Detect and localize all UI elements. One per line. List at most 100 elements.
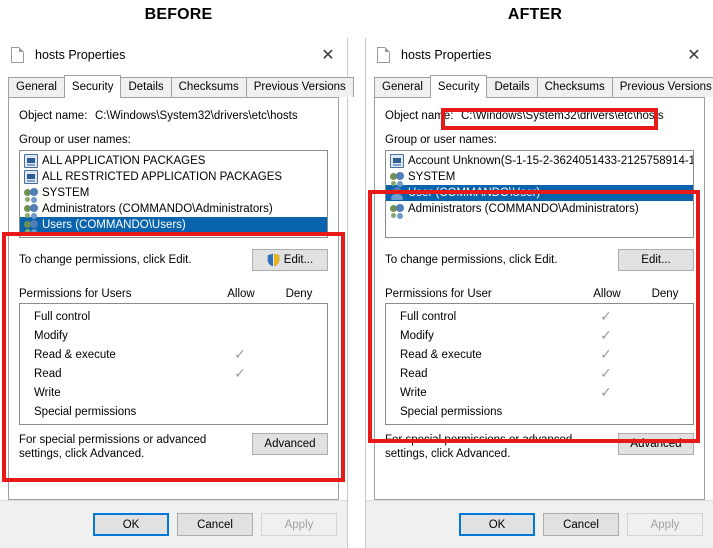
permission-name: Read: [34, 367, 62, 380]
edit-button-label: Edit...: [283, 254, 314, 266]
allow-column-header: Allow: [227, 288, 255, 300]
permission-name: Read: [400, 367, 428, 380]
permission-name: Read & execute: [400, 348, 482, 361]
tab-security[interactable]: Security: [63, 75, 122, 98]
group-icon: [390, 170, 404, 184]
apply-button: Apply: [261, 513, 337, 536]
list-item-selected[interactable]: User (COMMANDO\User): [386, 185, 693, 201]
list-item[interactable]: ALL APPLICATION PACKAGES: [20, 153, 327, 169]
tab-previous-versions[interactable]: Previous Versions: [611, 77, 713, 97]
permission-row: Write ✓ ✓: [386, 383, 693, 402]
tab-strip: General Security Details Checksums Previ…: [374, 75, 713, 98]
list-item-label: ALL APPLICATION PACKAGES: [42, 155, 206, 167]
close-icon[interactable]: ✕: [315, 43, 341, 67]
close-icon[interactable]: ✕: [681, 43, 707, 67]
comparison-screenshot: BEFORE AFTER hosts Properties ✕ General …: [0, 0, 713, 548]
list-item-label: ALL RESTRICTED APPLICATION PACKAGES: [42, 171, 283, 183]
allow-check: ✓: [600, 308, 612, 325]
tab-general[interactable]: General: [374, 77, 431, 97]
permissions-list: Full control ✓ ✓ Modify ✓ ✓ Read & execu…: [19, 303, 328, 425]
file-icon: [11, 47, 24, 63]
tab-details[interactable]: Details: [120, 77, 172, 97]
list-item-label: User (COMMANDO\User): [408, 187, 541, 199]
list-item-label: Account Unknown(S-1-15-2-3624051433-2125…: [408, 155, 694, 167]
object-name-value: C:\Windows\System32\drivers\etc\hosts: [461, 110, 664, 122]
list-item-label: Administrators (COMMANDO\Administrators): [42, 203, 273, 215]
package-icon: [24, 154, 38, 168]
deny-column-header: Deny: [651, 288, 679, 300]
permission-row: Modify ✓ ✓: [20, 326, 327, 345]
window-title: hosts Properties: [401, 48, 492, 62]
object-name-row: Object name: C:\Windows\System32\drivers…: [19, 107, 328, 125]
group-names-label: Group or user names:: [385, 134, 497, 146]
file-icon: [377, 47, 390, 63]
list-item[interactable]: SYSTEM: [20, 185, 327, 201]
titlebar: hosts Properties ✕: [366, 38, 713, 72]
package-icon: [24, 170, 38, 184]
edit-button[interactable]: Edit...: [618, 249, 694, 271]
object-name-row: Object name: C:\Windows\System32\drivers…: [385, 107, 694, 125]
panel-gap: [349, 38, 365, 548]
allow-check: ✓: [600, 346, 612, 363]
allow-column-header: Allow: [593, 288, 621, 300]
tab-strip: General Security Details Checksums Previ…: [8, 75, 354, 98]
permissions-list: Full control ✓ ✓ Modify ✓ ✓ Read & execu…: [385, 303, 694, 425]
ok-button[interactable]: OK: [459, 513, 535, 536]
change-permissions-row: To change permissions, click Edit. Edit.…: [19, 249, 328, 271]
caption-before: BEFORE: [144, 6, 213, 23]
list-item-label: Administrators (COMMANDO\Administrators): [408, 203, 639, 215]
list-item[interactable]: ALL RESTRICTED APPLICATION PACKAGES: [20, 169, 327, 185]
advanced-hint: For special permissions or advanced sett…: [385, 434, 573, 460]
tab-security[interactable]: Security: [429, 75, 488, 98]
list-item[interactable]: Administrators (COMMANDO\Administrators): [386, 201, 693, 217]
advanced-button[interactable]: Advanced: [252, 433, 328, 455]
change-permissions-hint: To change permissions, click Edit.: [19, 254, 192, 266]
group-icon: [24, 202, 38, 216]
security-tab-page: Object name: C:\Windows\System32\drivers…: [8, 98, 339, 500]
tab-previous-versions[interactable]: Previous Versions: [245, 77, 354, 97]
permission-row: Special permissions ✓ ✓: [20, 402, 327, 421]
group-or-user-list[interactable]: Account Unknown(S-1-15-2-3624051433-2125…: [385, 150, 694, 238]
permission-row: Write ✓ ✓: [20, 383, 327, 402]
after-properties-dialog: hosts Properties ✕ General Security Deta…: [365, 38, 713, 548]
group-names-label: Group or user names:: [19, 134, 131, 146]
permission-row: Read & execute ✓ ✓: [20, 345, 327, 364]
list-item-label: SYSTEM: [42, 187, 90, 199]
permission-row: Full control ✓ ✓: [20, 307, 327, 326]
allow-check: ✓: [600, 327, 612, 344]
permission-name: Modify: [34, 329, 68, 342]
cancel-button[interactable]: Cancel: [543, 513, 619, 536]
edit-button[interactable]: Edit...: [252, 249, 328, 271]
tab-checksums[interactable]: Checksums: [536, 77, 613, 97]
tab-details[interactable]: Details: [486, 77, 538, 97]
dialog-footer: OK Cancel Apply: [0, 500, 347, 548]
list-item[interactable]: Account Unknown(S-1-15-2-3624051433-2125…: [386, 153, 693, 169]
permission-row: Modify ✓ ✓: [386, 326, 693, 345]
advanced-hint: For special permissions or advanced sett…: [19, 434, 207, 460]
permission-name: Write: [400, 386, 427, 399]
dialog-footer: OK Cancel Apply: [366, 500, 713, 548]
group-icon: [390, 202, 404, 216]
list-item-label: SYSTEM: [408, 171, 456, 183]
list-item[interactable]: SYSTEM: [386, 169, 693, 185]
list-item-selected[interactable]: Users (COMMANDO\Users): [20, 217, 327, 233]
deny-column-header: Deny: [285, 288, 313, 300]
list-item[interactable]: Administrators (COMMANDO\Administrators): [20, 201, 327, 217]
cancel-button[interactable]: Cancel: [177, 513, 253, 536]
package-icon: [390, 154, 404, 168]
permission-row: Read ✓ ✓: [20, 364, 327, 383]
allow-check: ✓: [234, 346, 246, 363]
advanced-row: For special permissions or advanced sett…: [385, 433, 694, 461]
tab-checksums[interactable]: Checksums: [170, 77, 247, 97]
permission-name: Modify: [400, 329, 434, 342]
advanced-button[interactable]: Advanced: [618, 433, 694, 455]
tab-general[interactable]: General: [8, 77, 65, 97]
permission-name: Special permissions: [400, 405, 503, 418]
group-or-user-list[interactable]: ALL APPLICATION PACKAGES ALL RESTRICTED …: [19, 150, 328, 238]
permissions-title: Permissions for Users: [19, 288, 132, 300]
permission-row: Read ✓ ✓: [386, 364, 693, 383]
user-icon: [390, 186, 404, 200]
permission-row: Special permissions ✓ ✓: [386, 402, 693, 421]
ok-button[interactable]: OK: [93, 513, 169, 536]
before-properties-dialog: hosts Properties ✕ General Security Deta…: [0, 38, 354, 548]
